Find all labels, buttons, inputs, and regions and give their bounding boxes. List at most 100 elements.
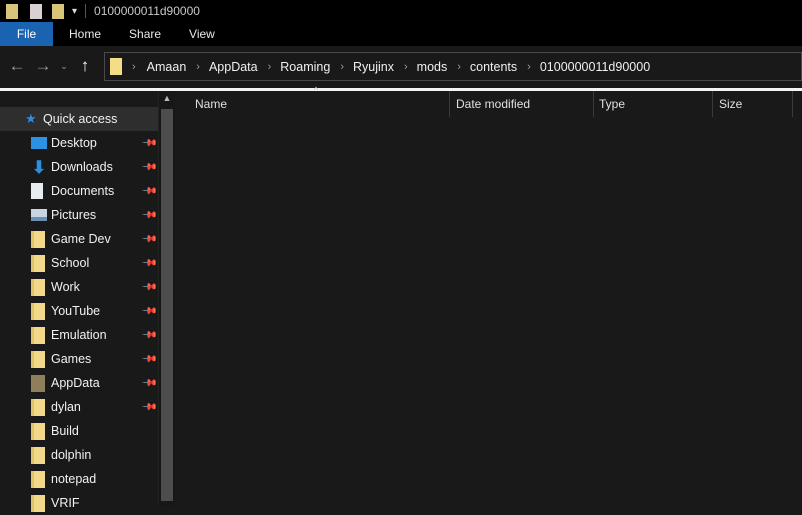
column-label: Name [195, 97, 228, 111]
title-bar: ▾ 0100000011d90000 [0, 0, 802, 22]
column-label: Size [719, 97, 743, 111]
sidebar-item-work[interactable]: Work 📌 [0, 275, 158, 299]
sidebar-item-school[interactable]: School 📌 [0, 251, 158, 275]
navigation-pane: ★ Quick access Desktop 📌 ⬇ Downloads 📌 D… [0, 91, 158, 512]
pin-icon[interactable]: 📌 [141, 207, 158, 224]
pin-icon[interactable]: 📌 [141, 231, 158, 248]
tab-share[interactable]: Share [115, 22, 175, 46]
sidebar-item-label: Quick access [43, 112, 118, 126]
folder-icon [31, 494, 45, 512]
tab-view[interactable]: View [175, 22, 229, 46]
chevron-right-icon[interactable]: › [268, 61, 272, 73]
sidebar-item-desktop[interactable]: Desktop 📌 [0, 131, 158, 155]
breadcrumb-mods[interactable]: mods [417, 60, 448, 74]
breadcrumb-amaan[interactable]: Amaan [147, 60, 187, 74]
column-label: Date modified [456, 97, 531, 111]
column-header-date-modified[interactable]: Date modified [450, 91, 594, 117]
breadcrumb-ryujinx[interactable]: Ryujinx [353, 60, 394, 74]
pin-icon[interactable]: 📌 [141, 399, 158, 416]
sidebar-item-label: dolphin [51, 448, 92, 462]
column-header-size[interactable]: Size [713, 91, 793, 117]
folder-icon [31, 374, 45, 392]
scrollbar-thumb[interactable] [161, 109, 173, 501]
sidebar-item-build[interactable]: Build [0, 419, 158, 443]
sidebar-scrollbar[interactable]: ▲ [158, 91, 175, 506]
sidebar-item-label: Games [51, 352, 92, 366]
properties-icon[interactable] [30, 3, 42, 19]
folder-icon [31, 350, 45, 368]
navigation-bar: ← → ⌄ ↑ › Amaan › AppData › Roaming › Ry… [0, 46, 802, 86]
folder-icon [31, 254, 45, 272]
sidebar-item-emulation[interactable]: Emulation 📌 [0, 323, 158, 347]
sidebar-item-label: Pictures [51, 208, 97, 222]
sidebar-item-vrif[interactable]: VRIF [0, 491, 158, 515]
sidebar-item-label: Emulation [51, 328, 107, 342]
pin-icon[interactable]: 📌 [141, 351, 158, 368]
scroll-up-icon[interactable]: ▲ [159, 93, 175, 103]
sidebar-item-games[interactable]: Games 📌 [0, 347, 158, 371]
pin-icon[interactable]: 📌 [141, 375, 158, 392]
sidebar-item-label: dylan [51, 400, 81, 414]
recent-locations-button[interactable]: ⌄ [56, 61, 72, 72]
pin-icon[interactable]: 📌 [141, 327, 158, 344]
new-folder-icon[interactable] [52, 3, 64, 19]
sidebar-item-notepad[interactable]: notepad [0, 467, 158, 491]
folder-icon [31, 302, 45, 320]
sidebar-item-dolphin[interactable]: dolphin [0, 443, 158, 467]
documents-icon [31, 183, 43, 199]
up-button[interactable]: ↑ [72, 56, 98, 76]
folder-icon [31, 446, 45, 464]
tab-file[interactable]: File [0, 22, 53, 46]
sidebar-item-youtube[interactable]: YouTube 📌 [0, 299, 158, 323]
sidebar-item-pictures[interactable]: Pictures 📌 [0, 203, 158, 227]
chevron-right-icon[interactable]: › [132, 61, 136, 73]
sidebar-item-label: Work [51, 280, 80, 294]
pin-icon[interactable]: 📌 [141, 303, 158, 320]
breadcrumb-contents[interactable]: contents [470, 60, 517, 74]
pictures-icon [31, 209, 47, 221]
sidebar-item-quick-access[interactable]: ★ Quick access [0, 107, 158, 131]
sidebar-item-appdata[interactable]: AppData 📌 [0, 371, 158, 395]
breadcrumb-roaming[interactable]: Roaming [280, 60, 330, 74]
column-header-name[interactable]: Name [175, 91, 450, 117]
back-button[interactable]: ← [4, 56, 30, 76]
sidebar-item-downloads[interactable]: ⬇ Downloads 📌 [0, 155, 158, 179]
chevron-right-icon[interactable]: › [404, 61, 408, 73]
window-title: 0100000011d90000 [94, 4, 200, 18]
customize-toolbar-dropdown[interactable]: ▾ [72, 6, 77, 17]
star-icon: ★ [25, 111, 37, 126]
folder-icon [31, 422, 45, 440]
sidebar-item-label: Downloads [51, 160, 113, 174]
column-label: Type [599, 97, 626, 111]
sidebar-item-label: VRIF [51, 496, 80, 510]
sidebar-item-documents[interactable]: Documents 📌 [0, 179, 158, 203]
pin-icon[interactable]: 📌 [141, 279, 158, 296]
pin-icon[interactable]: 📌 [141, 183, 158, 200]
folder-icon [31, 398, 45, 416]
sidebar-item-game-dev[interactable]: Game Dev 📌 [0, 227, 158, 251]
pin-icon[interactable]: 📌 [141, 159, 158, 176]
chevron-right-icon[interactable]: › [457, 61, 461, 73]
pin-icon[interactable]: 📌 [141, 255, 158, 272]
folder-icon [31, 326, 45, 344]
breadcrumb-current[interactable]: 0100000011d90000 [540, 60, 650, 74]
folder-icon [31, 470, 45, 488]
breadcrumb-appdata[interactable]: AppData [209, 60, 258, 74]
forward-button[interactable]: → [30, 56, 56, 76]
folder-icon[interactable] [6, 3, 18, 19]
sidebar-item-label: YouTube [51, 304, 101, 318]
chevron-right-icon[interactable]: › [196, 61, 200, 73]
chevron-right-icon[interactable]: › [340, 61, 344, 73]
chevron-right-icon[interactable]: › [527, 61, 531, 73]
file-list: ^ Name Date modified Type Size [175, 85, 802, 506]
pin-icon[interactable]: 📌 [141, 135, 158, 152]
folder-icon [110, 58, 122, 75]
folder-icon [31, 278, 45, 296]
folder-icon [31, 230, 45, 248]
sidebar-item-label: Game Dev [51, 232, 111, 246]
column-header-type[interactable]: Type [594, 91, 713, 117]
sidebar-item-label: notepad [51, 472, 97, 486]
address-bar[interactable]: › Amaan › AppData › Roaming › Ryujinx › … [104, 52, 802, 81]
sidebar-item-dylan[interactable]: dylan 📌 [0, 395, 158, 419]
tab-home[interactable]: Home [55, 22, 115, 46]
